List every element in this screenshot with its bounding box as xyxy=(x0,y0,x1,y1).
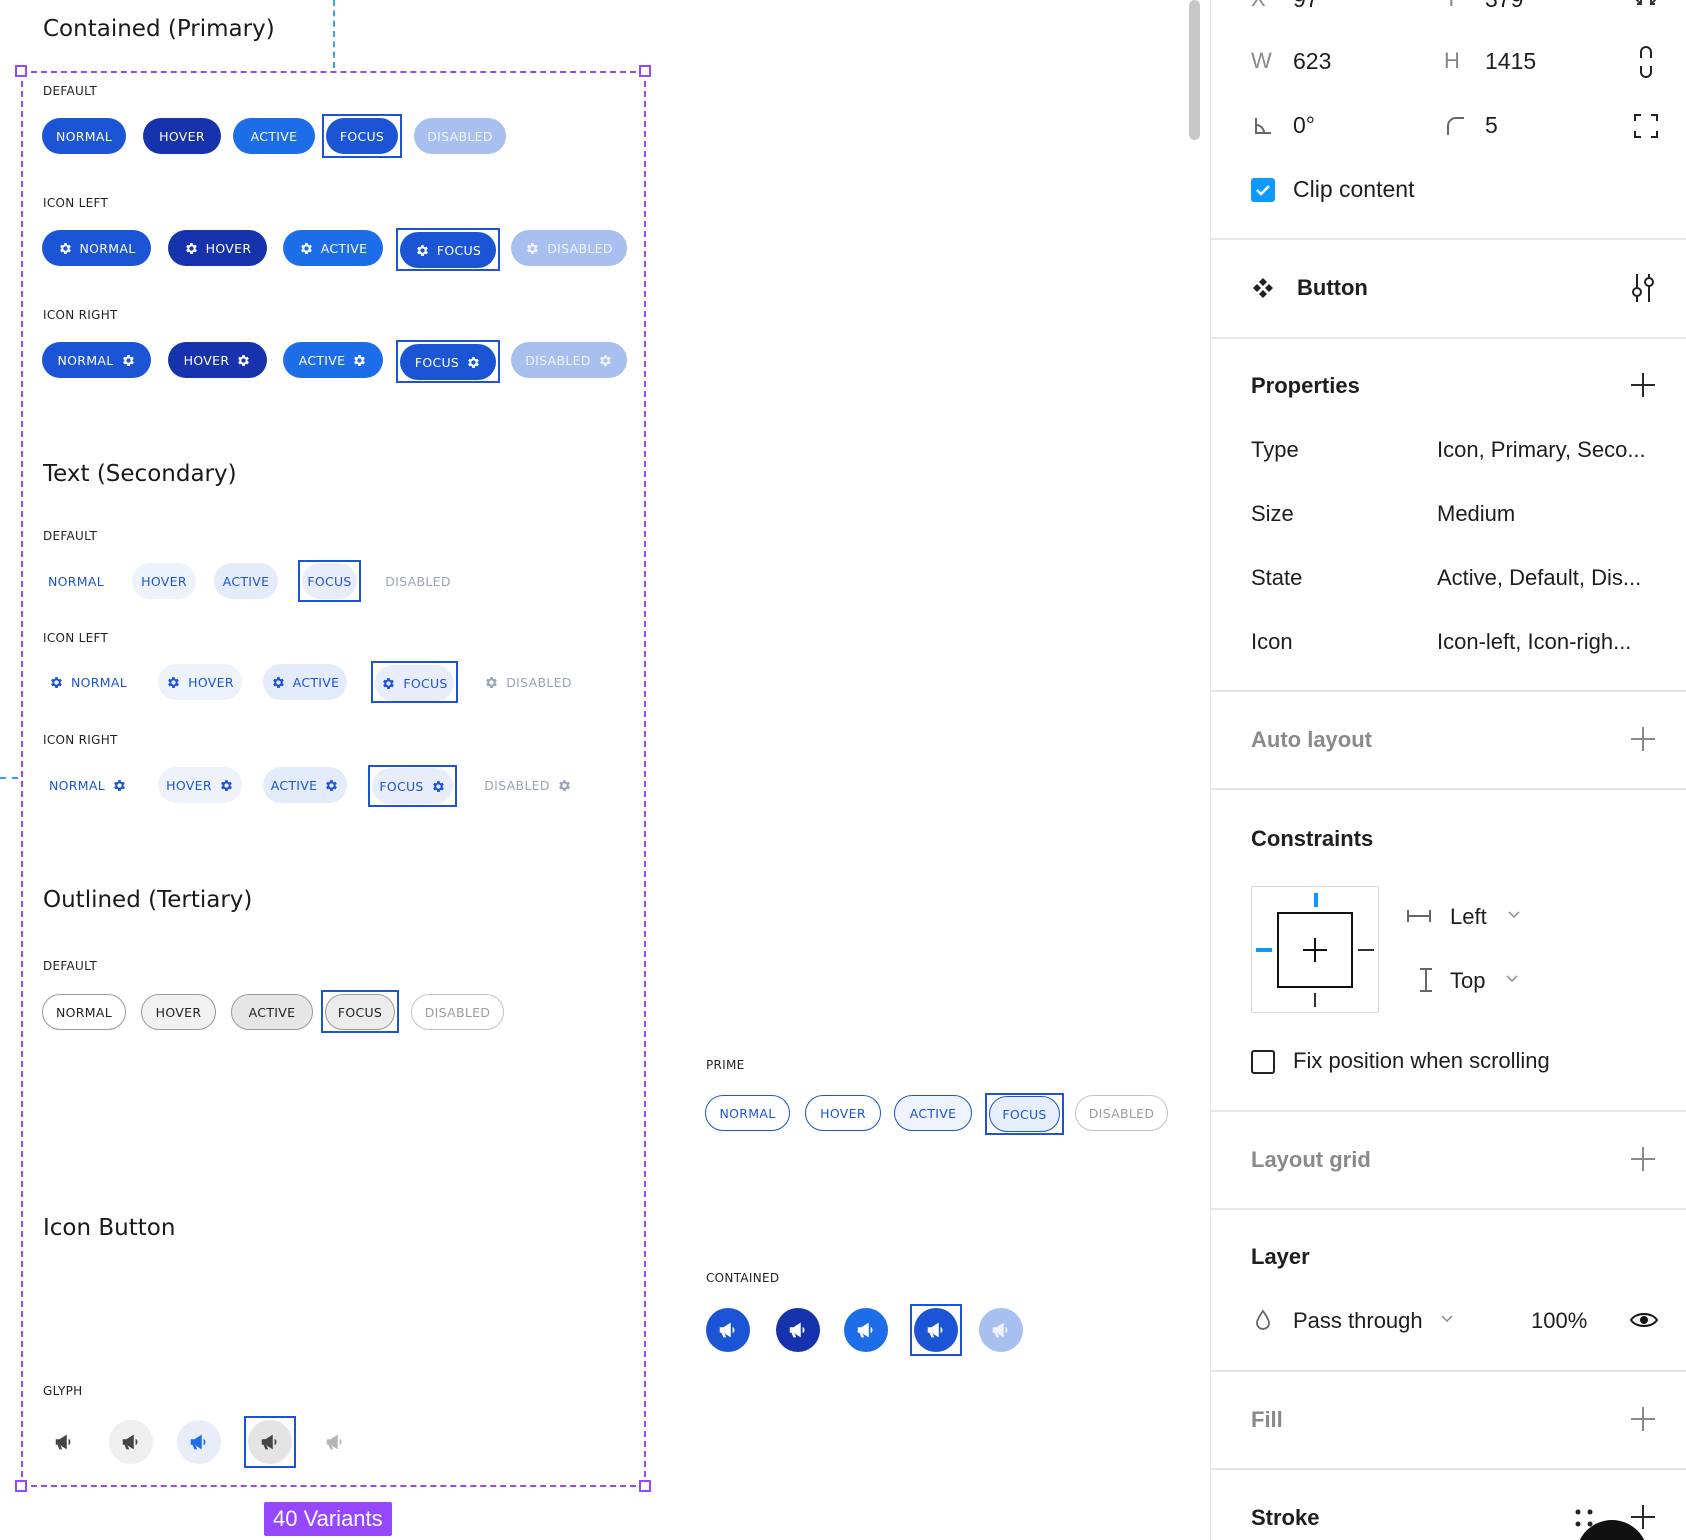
icon-contained-disabled-button[interactable] xyxy=(979,1308,1023,1352)
divider xyxy=(1211,1208,1686,1210)
fix-position-checkbox[interactable] xyxy=(1251,1050,1275,1074)
prime-active-button[interactable]: ACTIVE xyxy=(894,1095,972,1131)
prime-hover-button[interactable]: HOVER xyxy=(805,1095,881,1131)
component-settings-icon[interactable] xyxy=(1630,272,1656,304)
constraint-left-active[interactable] xyxy=(1256,948,1272,952)
add-layout-grid-button[interactable] xyxy=(1631,1147,1655,1171)
component-icon xyxy=(1253,278,1273,298)
clip-content-label: Clip content xyxy=(1293,176,1415,202)
constraints-center-h xyxy=(1303,949,1327,951)
x-value[interactable]: 97 xyxy=(1293,0,1319,13)
icon-contained-hover-button[interactable] xyxy=(776,1308,820,1352)
divider xyxy=(1211,337,1686,339)
link-proportions-icon[interactable] xyxy=(1638,46,1654,78)
icon-contained-active-button[interactable] xyxy=(844,1308,888,1352)
x-label: X xyxy=(1251,0,1266,12)
section-title-contained: Contained (Primary) xyxy=(43,16,275,42)
chevron-down-icon xyxy=(1506,975,1518,983)
icon-contained-normal-button[interactable] xyxy=(706,1308,750,1352)
y-label: Y xyxy=(1444,0,1459,12)
clip-content-checkbox[interactable] xyxy=(1251,178,1275,202)
layer-title: Layer xyxy=(1251,1244,1310,1269)
property-value-state[interactable]: Active, Default, Dis... xyxy=(1437,565,1641,591)
h-label: H xyxy=(1444,48,1460,73)
blend-mode-select[interactable]: Pass through xyxy=(1293,1308,1423,1334)
eye-icon[interactable] xyxy=(1629,1309,1659,1331)
corner-radius-icon xyxy=(1447,117,1464,135)
independent-corners-icon[interactable] xyxy=(1633,113,1659,139)
megaphone-icon xyxy=(925,1319,947,1341)
megaphone-icon xyxy=(990,1319,1012,1341)
h-value[interactable]: 1415 xyxy=(1485,48,1536,75)
design-canvas[interactable]: Contained (Primary) DEFAULT NORMAL HOVER… xyxy=(0,0,1210,1540)
variants-count-badge: 40 Variants xyxy=(264,1502,392,1536)
constrain-proportions-icon[interactable] xyxy=(1633,0,1659,10)
prime-focus-button[interactable]: FOCUS xyxy=(989,1096,1060,1132)
w-label: W xyxy=(1251,48,1272,73)
y-value[interactable]: 379 xyxy=(1485,0,1523,13)
layout-grid-title: Layout grid xyxy=(1251,1147,1371,1172)
checkmark-icon xyxy=(1256,185,1270,196)
constraints-title: Constraints xyxy=(1251,826,1374,851)
layer-opacity[interactable]: 100% xyxy=(1531,1308,1587,1334)
divider xyxy=(1211,690,1686,692)
radius-value[interactable]: 5 xyxy=(1485,112,1498,139)
vertical-constraint-select[interactable]: Top xyxy=(1450,968,1485,994)
property-key-type: Type xyxy=(1251,437,1299,462)
fill-title: Fill xyxy=(1251,1407,1283,1432)
add-fill-button[interactable] xyxy=(1631,1407,1655,1431)
property-key-state: State xyxy=(1251,565,1303,590)
property-value-icon[interactable]: Icon-left, Icon-righ... xyxy=(1437,629,1631,655)
add-stroke-button[interactable] xyxy=(1631,1505,1655,1529)
divider xyxy=(1211,1370,1686,1372)
chevron-down-icon xyxy=(1441,1315,1453,1323)
add-property-button[interactable] xyxy=(1631,373,1655,397)
add-auto-layout-button[interactable] xyxy=(1631,727,1655,751)
properties-title: Properties xyxy=(1251,373,1360,398)
fix-position-label: Fix position when scrolling xyxy=(1293,1048,1550,1073)
measurement-guide-horizontal xyxy=(0,777,18,779)
blend-mode-drop-icon xyxy=(1256,1309,1270,1330)
rotation-icon xyxy=(1255,118,1271,134)
horizontal-constraint-select[interactable]: Left xyxy=(1450,904,1487,930)
divider xyxy=(1211,1468,1686,1470)
divider xyxy=(1211,238,1686,240)
measurement-guide-vertical xyxy=(333,0,335,68)
horizontal-constraint-icon xyxy=(1407,910,1431,922)
divider xyxy=(1211,788,1686,790)
resize-handle-bottom-right[interactable] xyxy=(639,1480,651,1492)
design-properties-panel: X 97 Y 379 W 623 H 1415 0° 5 Clip conten… xyxy=(1210,0,1686,1540)
w-value[interactable]: 623 xyxy=(1293,48,1331,75)
selection-frame[interactable] xyxy=(21,71,646,1487)
megaphone-icon xyxy=(717,1319,739,1341)
rotation-value[interactable]: 0° xyxy=(1293,112,1315,139)
divider xyxy=(1211,1110,1686,1112)
stroke-title: Stroke xyxy=(1251,1505,1320,1530)
constraint-top-active[interactable] xyxy=(1314,893,1318,907)
property-key-icon: Icon xyxy=(1251,629,1293,654)
constraint-right[interactable] xyxy=(1358,949,1374,951)
property-key-size: Size xyxy=(1251,501,1294,526)
canvas-scrollbar[interactable] xyxy=(1189,0,1200,140)
group-label-prime: PRIME xyxy=(706,1058,745,1072)
resize-handle-bottom-left[interactable] xyxy=(15,1480,27,1492)
chevron-down-icon xyxy=(1508,911,1520,919)
group-label-contained: CONTAINED xyxy=(706,1271,780,1285)
auto-layout-title: Auto layout xyxy=(1251,727,1372,752)
constraint-bottom[interactable] xyxy=(1314,993,1316,1007)
megaphone-icon xyxy=(787,1319,809,1341)
component-name: Button xyxy=(1297,275,1368,300)
property-value-size[interactable]: Medium xyxy=(1437,501,1515,527)
resize-handle-top-left[interactable] xyxy=(15,65,27,77)
constraints-widget[interactable] xyxy=(1251,886,1379,1013)
icon-contained-focus-button[interactable] xyxy=(914,1308,958,1352)
megaphone-icon xyxy=(855,1319,877,1341)
prime-normal-button[interactable]: NORMAL xyxy=(705,1095,790,1131)
property-value-type[interactable]: Icon, Primary, Seco... xyxy=(1437,437,1646,463)
vertical-constraint-icon xyxy=(1420,968,1432,992)
resize-handle-top-right[interactable] xyxy=(639,65,651,77)
prime-disabled-button[interactable]: DISABLED xyxy=(1075,1095,1168,1131)
